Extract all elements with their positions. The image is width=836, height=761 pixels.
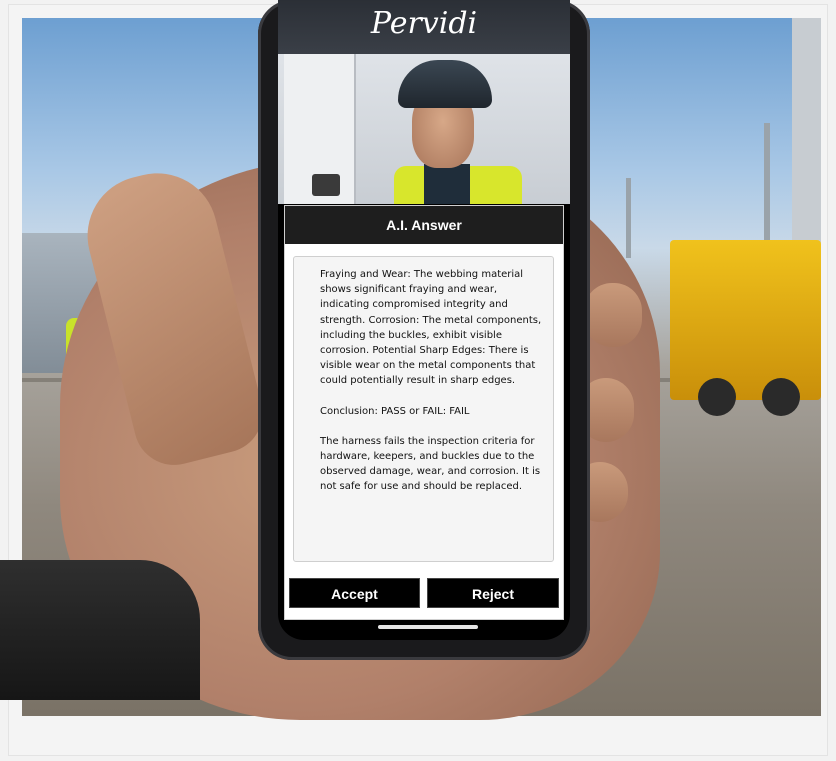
answer-summary: The harness fails the inspection criteri…: [320, 435, 544, 493]
answer-text-area[interactable]: Fraying and Wear: The webbing material s…: [293, 256, 554, 562]
container-handle: [312, 174, 340, 196]
ai-answer-panel: A.I. Answer Fraying and Wear: The webbin…: [284, 205, 564, 620]
sleeve: [0, 560, 200, 700]
answer-findings: Fraying and Wear: The webbing material s…: [320, 269, 545, 387]
brand-bar: Pervidi: [278, 0, 570, 54]
shipping-container: [284, 54, 356, 204]
yellow-truck: [670, 240, 821, 400]
truck-wheel: [762, 378, 800, 416]
tower: [792, 18, 821, 248]
answer-panel-title: A.I. Answer: [285, 206, 563, 244]
finger: [584, 283, 642, 347]
brand-logo: Pervidi: [370, 6, 478, 41]
worker-shirt: [424, 164, 470, 204]
answer-conclusion: Conclusion: PASS or FAIL: FAIL: [320, 405, 470, 417]
light-pole: [764, 123, 770, 253]
truck-wheel: [698, 378, 736, 416]
home-indicator[interactable]: [378, 625, 478, 629]
reject-button[interactable]: Reject: [427, 578, 559, 608]
hard-hat: [398, 60, 492, 108]
camera-preview: [278, 54, 570, 204]
light-pole: [626, 178, 631, 258]
accept-button[interactable]: Accept: [289, 578, 420, 608]
